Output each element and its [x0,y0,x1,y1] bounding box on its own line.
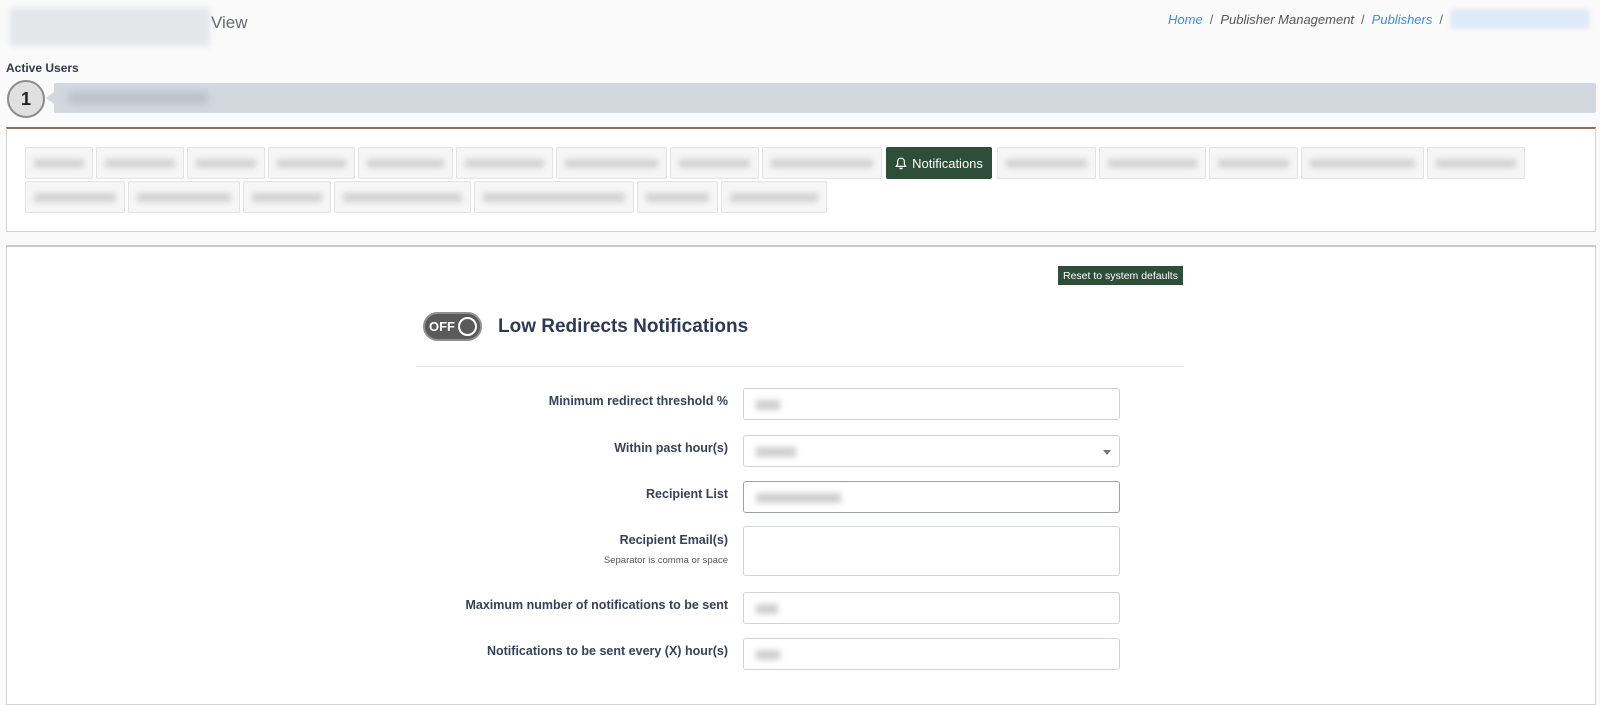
recipient-emails-label: Recipient Email(s) [619,533,728,547]
active-user-name-redacted [68,92,208,104]
breadcrumb-separator: / [1361,11,1365,27]
active-users-bar [46,83,1596,113]
select-value-redacted [756,493,841,503]
within-hours-select[interactable] [743,435,1120,467]
notifications-content-panel [6,245,1596,705]
breadcrumb-separator: / [1209,11,1214,27]
bell-icon [895,157,907,169]
recipient-emails-help: Separator is comma or space [603,555,728,566]
active-users-count-badge[interactable]: 1 [7,80,45,118]
toggle-knob [458,317,477,336]
tab-label-redacted [1006,159,1087,168]
tab-label-redacted [679,159,750,168]
tab-label-redacted [367,159,444,168]
active-users-label: Active Users [6,61,79,75]
tab-redacted[interactable] [474,181,634,213]
tab-label-redacted [1436,159,1516,168]
tab-label-redacted [1108,159,1197,168]
tab-redacted[interactable] [96,147,184,179]
recipient-emails-textarea[interactable] [743,526,1120,576]
every-x-hours-input[interactable] [743,638,1120,670]
select-value-redacted [756,447,796,457]
tab-label-redacted [1310,159,1415,168]
section-divider [416,366,1184,367]
tab-redacted[interactable] [25,147,93,179]
tab-redacted[interactable] [762,147,882,179]
page-title-suffix: View [211,13,248,32]
tab-label-redacted [252,193,322,202]
breadcrumb: Home / Publisher Management / Publishers… [1168,9,1590,29]
tabs-panel [6,127,1596,232]
tab-label-redacted [565,159,658,168]
tab-redacted[interactable] [721,181,827,213]
tab-redacted[interactable] [268,147,355,179]
min-threshold-input[interactable] [743,388,1120,420]
toggle-state-label: OFF [429,319,455,334]
low-redirects-toggle[interactable]: OFF [423,312,482,341]
breadcrumb-home-link[interactable]: Home [1168,12,1203,27]
recipient-list-label: Recipient List [646,487,728,501]
tab-label-redacted [343,193,462,202]
min-threshold-label: Minimum redirect threshold % [548,394,728,408]
tab-notifications[interactable]: Notifications [886,147,992,179]
tab-redacted[interactable] [334,181,471,213]
tab-redacted[interactable] [1427,147,1525,179]
tab-label-redacted [730,193,818,202]
tab-redacted[interactable] [25,181,125,213]
tab-label-redacted [137,193,231,202]
tab-label-redacted [483,193,625,202]
breadcrumb-publishers-link[interactable]: Publishers [1372,12,1433,27]
tab-label-redacted [105,159,175,168]
tab-label-redacted [646,193,709,202]
within-hours-label: Within past hour(s) [614,441,728,455]
section-title: Low Redirects Notifications [498,316,749,337]
input-value-redacted [756,604,778,614]
max-notifications-input[interactable] [743,592,1120,624]
tab-notifications-label: Notifications [912,155,983,171]
chevron-down-icon [1103,450,1111,455]
reset-defaults-button[interactable]: Reset to system defaults [1058,266,1183,285]
tab-redacted[interactable] [243,181,331,213]
every-x-hours-label: Notifications to be sent every (X) hour(… [486,644,728,658]
tab-label-redacted [34,193,116,202]
tab-label-redacted [196,159,256,168]
tab-redacted[interactable] [1209,147,1298,179]
breadcrumb-separator: / [1439,11,1443,27]
publisher-name-redacted [10,8,210,46]
page-header: View Home / Publisher Management / Publi… [0,0,1600,48]
tab-redacted[interactable] [128,181,240,213]
tab-label-redacted [465,159,544,168]
tab-label-redacted [771,159,873,168]
tab-redacted[interactable] [637,181,718,213]
input-value-redacted [756,650,780,660]
tab-redacted[interactable] [997,147,1096,179]
tab-redacted[interactable] [358,147,453,179]
tab-redacted[interactable] [187,147,265,179]
breadcrumb-current-redacted [1450,9,1590,29]
tab-redacted[interactable] [1099,147,1206,179]
active-users-pointer [46,92,54,104]
input-value-redacted [756,400,780,410]
max-notifications-label: Maximum number of notifications to be se… [465,598,728,612]
tab-redacted[interactable] [556,147,667,179]
tab-redacted[interactable] [456,147,553,179]
tab-label-redacted [1218,159,1289,168]
recipient-list-select[interactable] [743,481,1120,513]
tab-label-redacted [34,159,84,168]
tab-label-redacted [277,159,346,168]
tab-redacted[interactable] [1301,147,1424,179]
breadcrumb-publisher-management: Publisher Management [1220,11,1355,27]
tab-redacted[interactable] [670,147,759,179]
